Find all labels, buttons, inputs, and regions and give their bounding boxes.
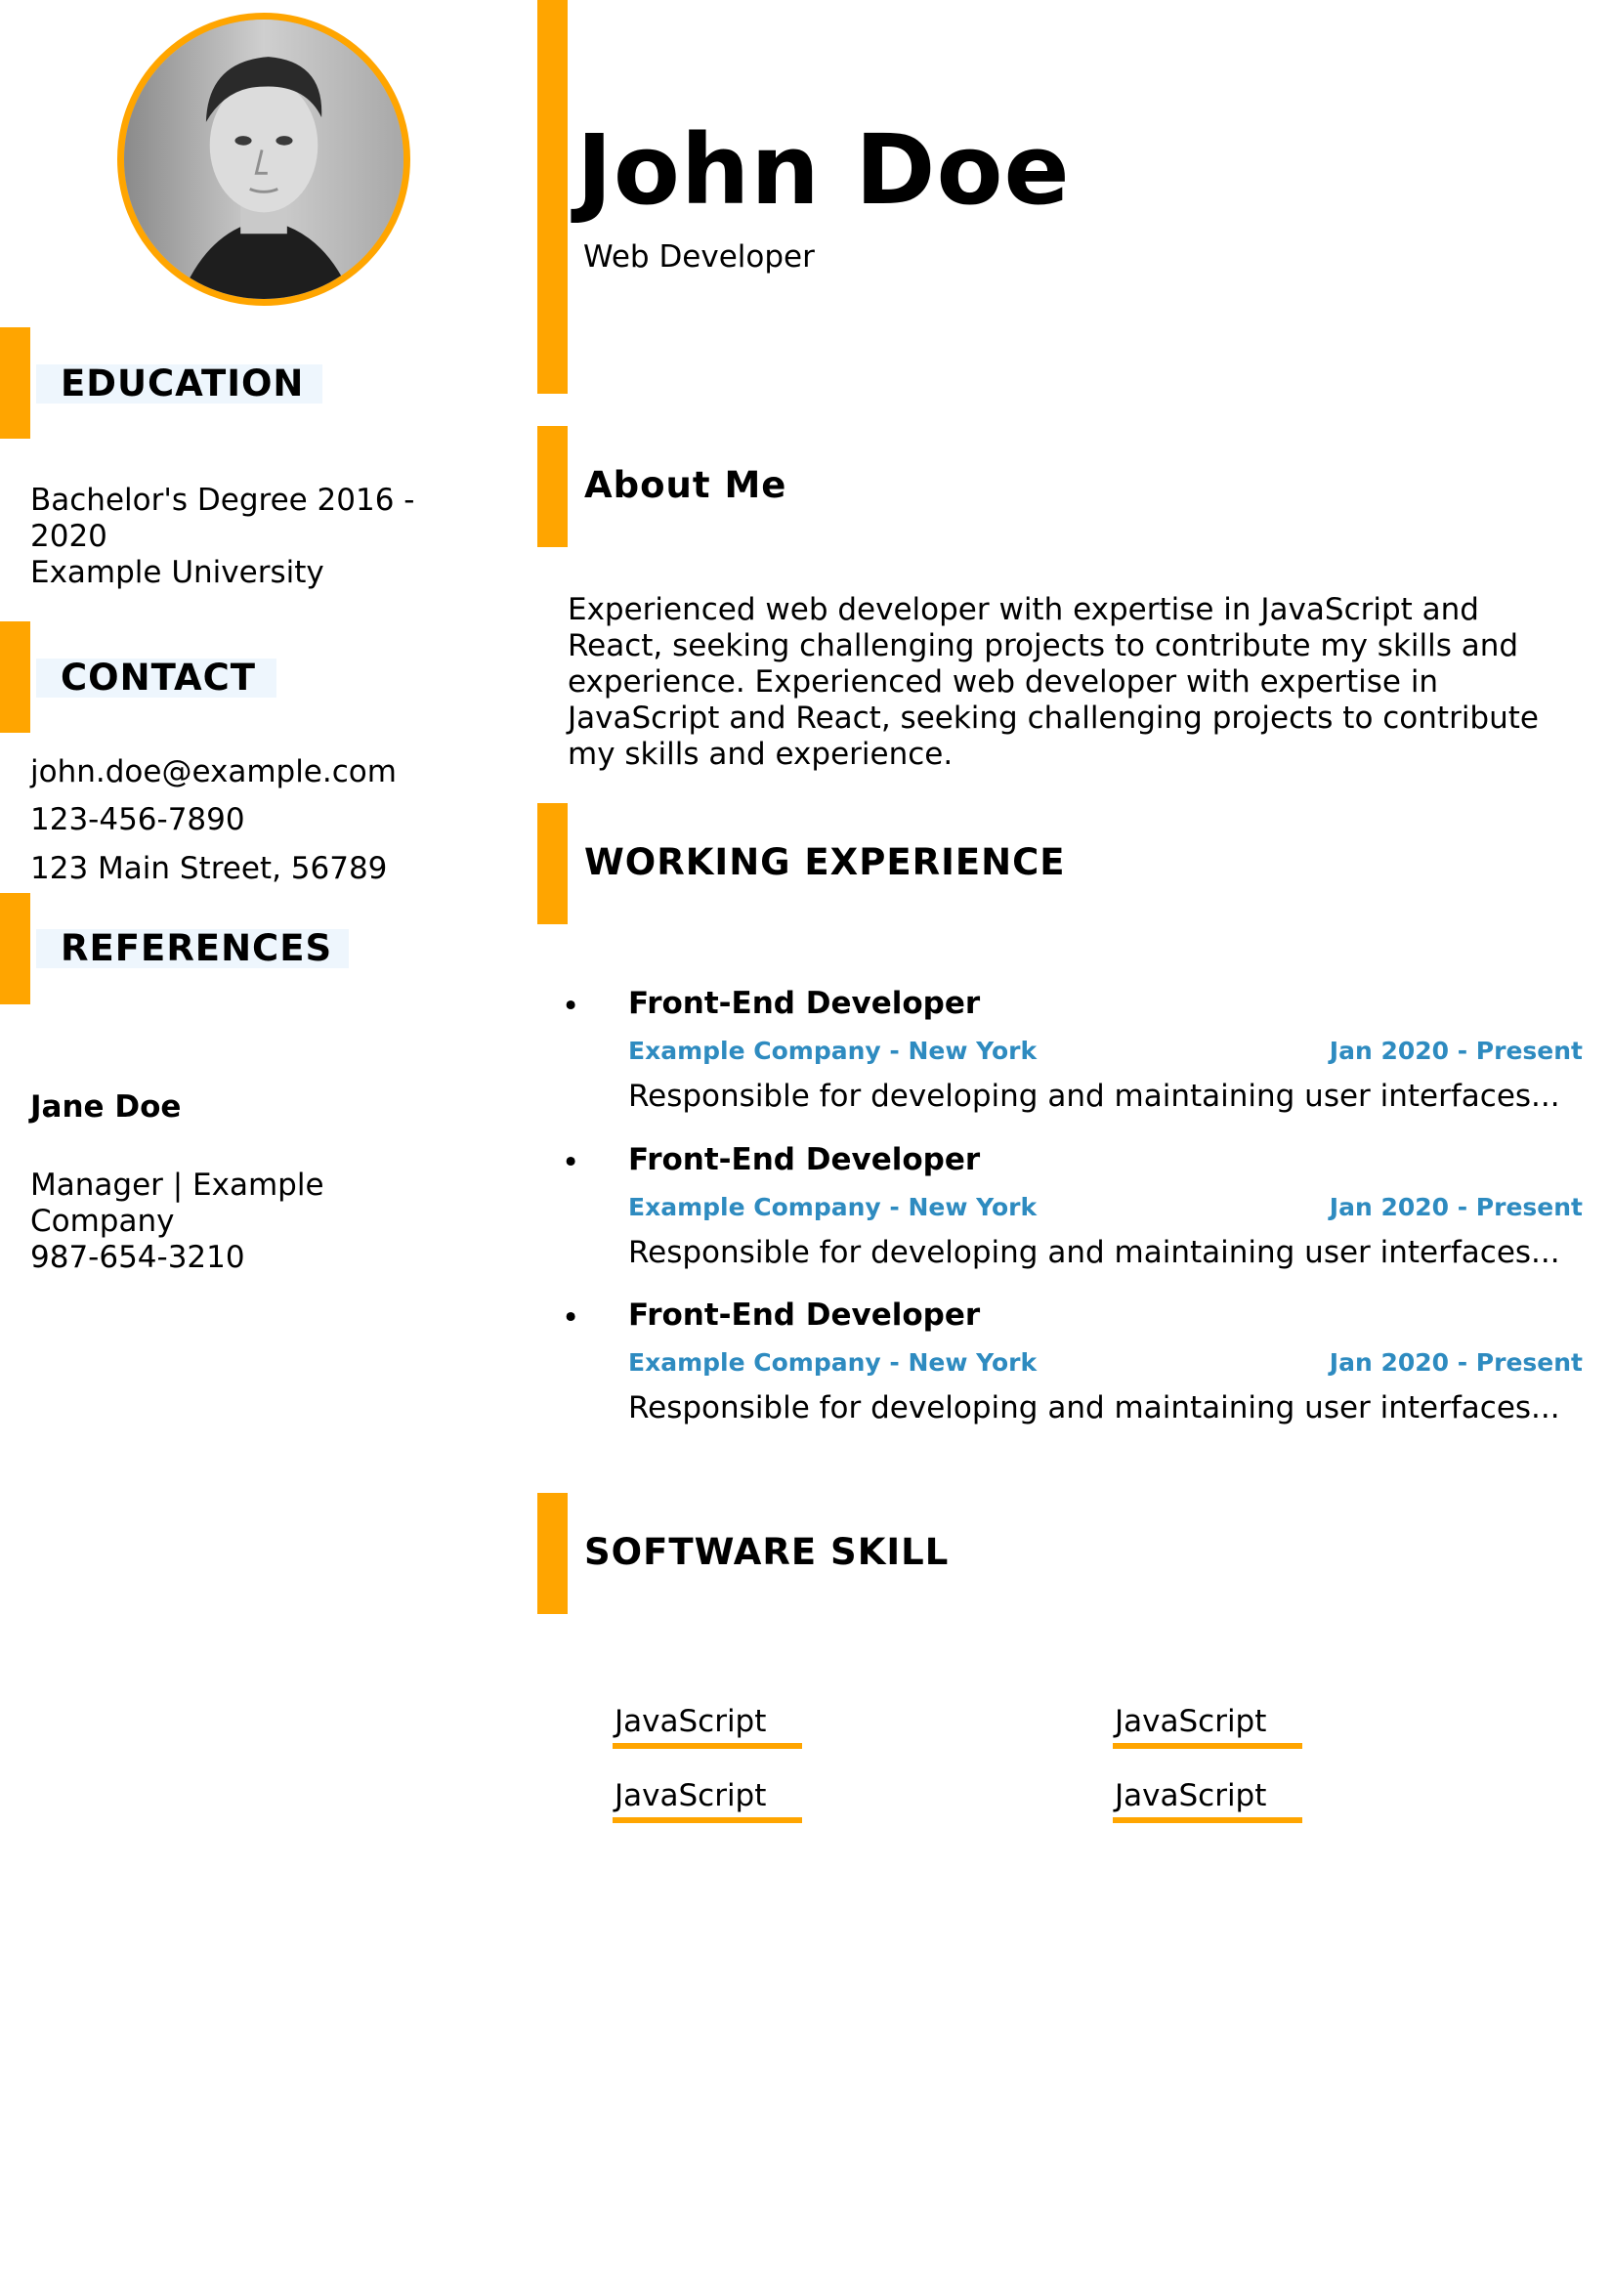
job-title: Front-End Developer — [628, 1297, 981, 1333]
job-company: Example Company - New York — [628, 1193, 1038, 1221]
reference-line2: Company — [30, 1204, 175, 1239]
bullet-icon: • — [562, 989, 580, 1024]
education-degree-line1: Bachelor's Degree 2016 - — [30, 483, 415, 518]
job-title: Front-End Developer — [628, 986, 981, 1021]
bullet-icon: • — [562, 1145, 580, 1180]
skill-item: JavaScript — [1113, 1774, 1302, 1823]
skills-title: SOFTWARE SKILL — [584, 1531, 950, 1573]
job-dates: Jan 2020 - Present — [1329, 1037, 1583, 1065]
skill-item: JavaScript — [613, 1774, 802, 1823]
contact-title: CONTACT — [36, 659, 276, 698]
profile-photo-image — [124, 20, 403, 299]
education-school: Example University — [30, 555, 324, 590]
education-details: Bachelor's Degree 2016 - 2020 Example Un… — [30, 483, 415, 591]
job-title: Front-End Developer — [628, 1142, 981, 1177]
contact-phone: 123-456-7890 — [30, 802, 245, 837]
profile-photo — [117, 13, 410, 306]
about-accent-bar — [537, 426, 568, 547]
reference-details: Manager | Example Company 987-654-3210 — [30, 1168, 324, 1276]
education-title: EDUCATION — [36, 364, 322, 404]
reference-name: Jane Doe — [30, 1089, 182, 1125]
job-dates: Jan 2020 - Present — [1329, 1193, 1583, 1221]
header-accent-bar — [537, 0, 568, 394]
profile-name: John Doe — [576, 114, 1071, 227]
skills-accent-bar — [537, 1493, 568, 1614]
references-title: REFERENCES — [36, 929, 349, 968]
job-description: Responsible for developing and maintaini… — [628, 1235, 1560, 1270]
job-description: Responsible for developing and maintaini… — [628, 1079, 1560, 1114]
references-accent-bar — [0, 893, 30, 1004]
experience-accent-bar — [537, 803, 568, 924]
job-company: Example Company - New York — [628, 1037, 1038, 1065]
reference-line1: Manager | Example — [30, 1168, 324, 1203]
reference-phone: 987-654-3210 — [30, 1240, 245, 1275]
contact-email[interactable]: john.doe@example.com — [30, 754, 397, 790]
education-accent-bar — [0, 327, 30, 439]
about-title: About Me — [584, 464, 787, 506]
profile-role: Web Developer — [583, 239, 815, 275]
skill-item: JavaScript — [613, 1700, 802, 1749]
job-company: Example Company - New York — [628, 1348, 1038, 1377]
education-degree-line2: 2020 — [30, 519, 107, 554]
bullet-icon: • — [562, 1300, 580, 1336]
about-text: Experienced web developer with expertise… — [568, 592, 1539, 772]
contact-accent-bar — [0, 621, 30, 733]
experience-item: • Front-End Developer Example Company - … — [562, 1293, 1583, 1439]
contact-address: 123 Main Street, 56789 — [30, 851, 388, 886]
job-description: Responsible for developing and maintaini… — [628, 1390, 1560, 1425]
experience-item: • Front-End Developer Example Company - … — [562, 981, 1583, 1127]
skill-item: JavaScript — [1113, 1700, 1302, 1749]
experience-title: WORKING EXPERIENCE — [584, 841, 1066, 883]
job-dates: Jan 2020 - Present — [1329, 1348, 1583, 1377]
experience-item: • Front-End Developer Example Company - … — [562, 1137, 1583, 1284]
